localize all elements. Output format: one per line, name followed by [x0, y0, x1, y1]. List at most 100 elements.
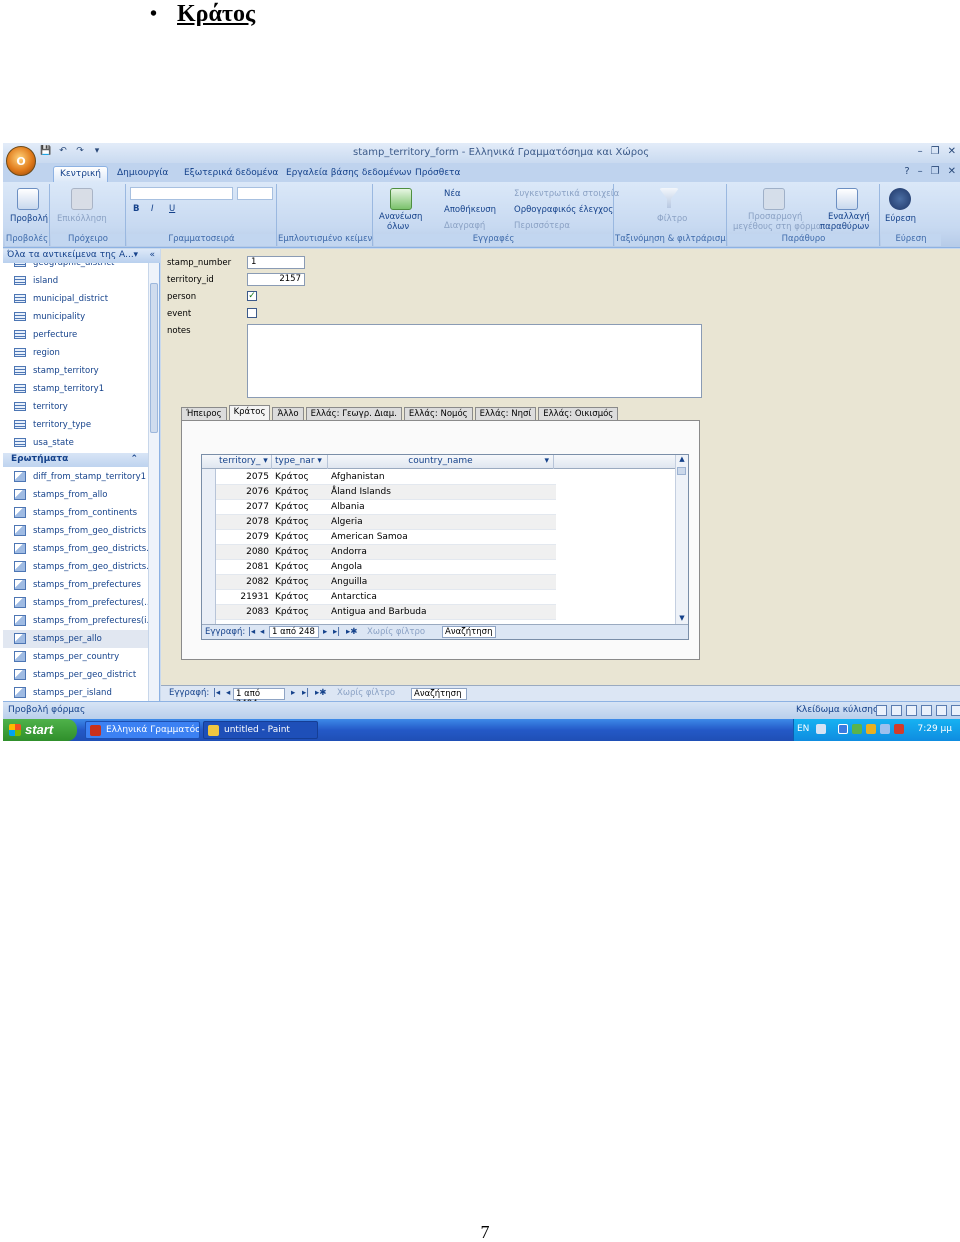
- nav-table-item[interactable]: municipality: [3, 308, 148, 326]
- paste-button[interactable]: Επικόλληση: [57, 214, 107, 224]
- cell-country-name[interactable]: Antarctica: [328, 590, 554, 605]
- tab-greece-geo-district[interactable]: Ελλάς: Γεωγρ. Διαμ.: [305, 407, 402, 421]
- table-row[interactable]: 2076 Κράτος Åland Islands: [216, 485, 556, 500]
- cell-country-name[interactable]: Anguilla: [328, 575, 554, 590]
- current-record-field[interactable]: 1 από 2494: [233, 688, 285, 709]
- nav-scroll-thumb[interactable]: [150, 283, 158, 433]
- cell-type-name[interactable]: Κράτος: [272, 560, 328, 575]
- previous-record-icon[interactable]: ◂: [260, 627, 264, 637]
- no-filter-button[interactable]: Χωρίς φίλτρο: [337, 688, 395, 698]
- office-button[interactable]: O: [6, 146, 36, 176]
- start-button[interactable]: start: [3, 719, 77, 741]
- tab-home[interactable]: Κεντρική: [53, 166, 108, 182]
- switch-windows-button[interactable]: Εναλλαγή: [828, 212, 870, 222]
- nav-query-item[interactable]: stamps_from_prefectures(...: [3, 594, 148, 612]
- nav-query-item[interactable]: stamps_from_prefectures(i...: [3, 612, 148, 630]
- tab-greece-island[interactable]: Ελλάς: Νησί: [474, 407, 537, 421]
- datasheet-scrollbar[interactable]: ▲ ▼: [675, 455, 688, 625]
- tab-country[interactable]: Κράτος: [228, 405, 271, 421]
- pivot-chart-view-icon[interactable]: [921, 705, 932, 716]
- territory-id-field[interactable]: 2157: [247, 273, 305, 286]
- table-row[interactable]: 2079 Κράτος American Samoa: [216, 530, 556, 545]
- nav-pane-dropdown-icon[interactable]: ▾: [133, 250, 138, 260]
- nav-table-item[interactable]: territory: [3, 398, 148, 416]
- nav-table-item[interactable]: region: [3, 344, 148, 362]
- nav-table-item[interactable]: usa_state: [3, 434, 148, 452]
- cell-territory-id[interactable]: 2079: [216, 530, 272, 545]
- cell-country-name[interactable]: Antigua and Barbuda: [328, 605, 554, 620]
- view-button[interactable]: Προβολή: [10, 214, 48, 224]
- cell-type-name[interactable]: Κράτος: [272, 575, 328, 590]
- update-icon[interactable]: [866, 724, 876, 734]
- italic-button[interactable]: I: [151, 204, 154, 214]
- new-record-icon[interactable]: ▸✱: [315, 688, 326, 698]
- delete-record-button[interactable]: Διαγραφή: [444, 221, 485, 231]
- nav-table-item[interactable]: island: [3, 272, 148, 290]
- form-view-icon[interactable]: [876, 705, 887, 716]
- cell-type-name[interactable]: Κράτος: [272, 485, 328, 500]
- font-size-box[interactable]: [237, 187, 273, 200]
- inner-minimize-icon[interactable]: –: [918, 166, 923, 177]
- keyboard-icon[interactable]: [816, 724, 826, 734]
- nav-query-item[interactable]: stamps_per_country: [3, 648, 148, 666]
- cell-type-name[interactable]: Κράτος: [272, 590, 328, 605]
- first-record-icon[interactable]: |◂: [248, 627, 255, 637]
- table-row[interactable]: 2082 Κράτος Anguilla: [216, 575, 556, 590]
- cell-territory-id[interactable]: 2083: [216, 605, 272, 620]
- previous-record-icon[interactable]: ◂: [226, 688, 230, 698]
- taskbar-item-access[interactable]: Ελληνικά Γραμματόσ...: [85, 721, 200, 739]
- scroll-thumb[interactable]: [677, 467, 686, 475]
- column-header-type-name[interactable]: type_nar ▾: [272, 455, 328, 469]
- save-record-button[interactable]: Αποθήκευση: [444, 205, 496, 215]
- table-row[interactable]: 2077 Κράτος Albania: [216, 500, 556, 515]
- nav-query-item[interactable]: stamps_from_geo_districts: [3, 522, 148, 540]
- save-icon[interactable]: 💾: [39, 146, 53, 159]
- cell-territory-id[interactable]: 2080: [216, 545, 272, 560]
- cell-country-name[interactable]: Afghanistan: [328, 470, 554, 485]
- column-sort-icon[interactable]: ▾: [317, 456, 322, 466]
- cell-type-name[interactable]: Κράτος: [272, 530, 328, 545]
- undo-icon[interactable]: ↶: [56, 146, 70, 159]
- layout-view-icon[interactable]: [936, 705, 947, 716]
- column-sort-icon[interactable]: ▾: [544, 456, 549, 466]
- next-record-icon[interactable]: ▸: [291, 688, 295, 698]
- tab-continent[interactable]: Ήπειρος: [181, 407, 227, 421]
- nav-query-item[interactable]: stamps_per_geo_district: [3, 666, 148, 684]
- nav-table-item[interactable]: stamp_territory1: [3, 380, 148, 398]
- cell-territory-id[interactable]: 2077: [216, 500, 272, 515]
- cell-country-name[interactable]: Åland Islands: [328, 485, 554, 500]
- cell-type-name[interactable]: Κράτος: [272, 605, 328, 620]
- cell-country-name[interactable]: Albania: [328, 500, 554, 515]
- tab-external-data[interactable]: Εξωτερικά δεδομένα: [178, 166, 284, 182]
- tab-add-ins[interactable]: Πρόσθετα: [409, 166, 466, 182]
- datasheet-view-icon[interactable]: [891, 705, 902, 716]
- filter-button[interactable]: Φίλτρο: [657, 214, 687, 224]
- record-selector-column[interactable]: [202, 455, 216, 625]
- next-record-icon[interactable]: ▸: [323, 627, 327, 637]
- no-filter-button[interactable]: Χωρίς φίλτρο: [367, 627, 425, 637]
- font-name-box[interactable]: [130, 187, 233, 200]
- underline-button[interactable]: U: [169, 204, 175, 214]
- nav-pane-header[interactable]: Όλα τα αντικείμενα της Α... ▾ «: [3, 249, 160, 263]
- maximize-icon[interactable]: ❐: [931, 146, 940, 157]
- nav-table-item[interactable]: stamp_territory: [3, 362, 148, 380]
- customize-qat-icon[interactable]: ▾: [90, 146, 104, 159]
- table-row[interactable]: 2080 Κράτος Andorra: [216, 545, 556, 560]
- cell-type-name[interactable]: Κράτος: [272, 545, 328, 560]
- inner-restore-icon[interactable]: ❐: [931, 166, 940, 177]
- refresh-all-button[interactable]: Ανανέωση: [379, 212, 422, 222]
- cell-territory-id[interactable]: 2076: [216, 485, 272, 500]
- nav-scrollbar[interactable]: [148, 263, 159, 707]
- new-record-icon[interactable]: ▸✱: [346, 627, 357, 637]
- tab-other[interactable]: Άλλο: [272, 407, 304, 421]
- tab-greece-settlement[interactable]: Ελλάς: Οικισμός: [538, 407, 619, 421]
- cell-territory-id[interactable]: 2082: [216, 575, 272, 590]
- fit-form-button[interactable]: Προσαρμογή: [748, 212, 802, 222]
- minimize-icon[interactable]: –: [918, 146, 923, 157]
- last-record-icon[interactable]: ▸|: [333, 627, 340, 637]
- cell-type-name[interactable]: Κράτος: [272, 500, 328, 515]
- tab-create[interactable]: Δημιουργία: [111, 166, 174, 182]
- cell-country-name[interactable]: American Samoa: [328, 530, 554, 545]
- language-indicator[interactable]: EN: [797, 724, 809, 734]
- stamp-number-field[interactable]: 1: [247, 256, 305, 269]
